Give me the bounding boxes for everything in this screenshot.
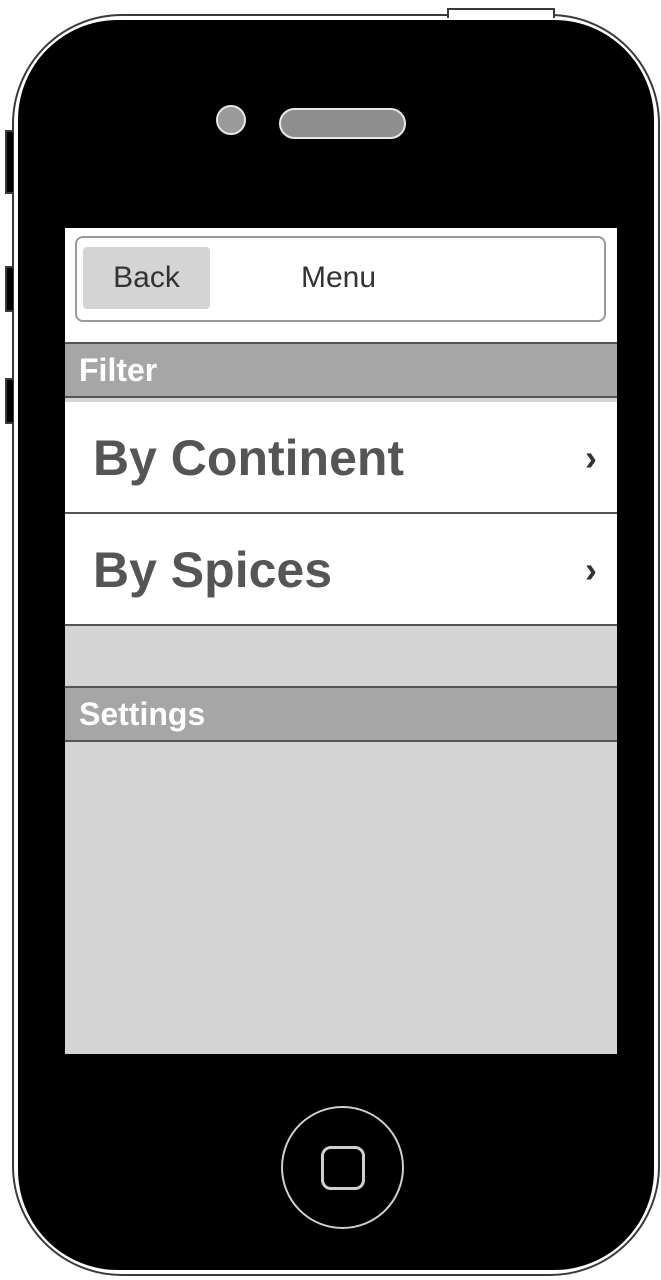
back-button[interactable]: Back [83, 247, 210, 309]
list-item-by-continent[interactable]: By Continent › [65, 402, 617, 514]
volume-up-button [5, 266, 13, 312]
section-header-settings: Settings [65, 686, 617, 742]
mute-switch [5, 130, 13, 194]
phone-screen: Back Menu Filter By Continent › By Spice… [65, 228, 617, 1054]
page-title: Menu [301, 261, 377, 294]
section-spacer [65, 626, 617, 686]
home-button[interactable] [281, 1106, 404, 1229]
chevron-right-icon: › [585, 437, 597, 478]
navigation-bar: Back Menu [65, 228, 617, 342]
chevron-right-icon: › [585, 549, 597, 590]
list-item-label: By Continent [93, 430, 405, 486]
section-header-filter: Filter [65, 342, 617, 398]
home-square-icon [321, 1146, 365, 1190]
camera-icon [216, 105, 246, 135]
list-item-by-spices[interactable]: By Spices › [65, 514, 617, 626]
settings-content-area [65, 746, 617, 1054]
volume-down-button [5, 378, 13, 424]
power-button [447, 8, 555, 18]
list-item-label: By Spices [93, 542, 333, 598]
speaker-icon [279, 108, 406, 139]
